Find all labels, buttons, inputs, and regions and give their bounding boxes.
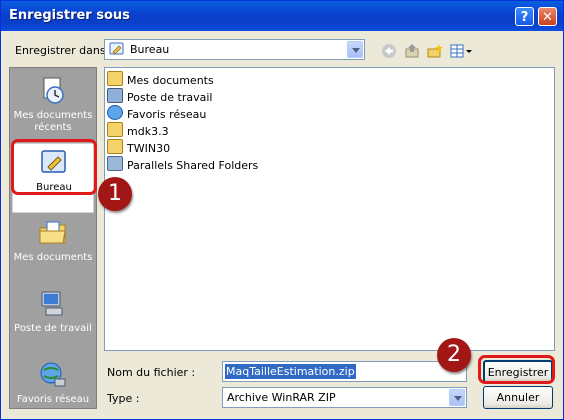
filename-field[interactable]: MaqTailleEstimation.zip <box>222 361 467 382</box>
recent-documents-icon <box>43 77 64 104</box>
list-item[interactable]: Mes documents <box>107 71 214 87</box>
filetype-value: Archive WinRAR ZIP <box>227 391 336 404</box>
chevron-down-icon[interactable] <box>449 389 465 406</box>
chevron-down-icon[interactable] <box>347 41 363 58</box>
title-bar[interactable]: Enregistrer sous ? ✕ <box>1 1 563 31</box>
up-folder-icon[interactable] <box>403 43 421 61</box>
list-item[interactable]: TWIN30 <box>107 139 170 155</box>
highlight-box-desktop <box>11 139 97 195</box>
list-item[interactable]: Poste de travail <box>107 88 212 104</box>
place-label: Favoris réseau <box>16 394 90 405</box>
file-list[interactable]: Mes documents Poste de travail Favoris r… <box>104 67 555 351</box>
places-bar: Mes documents récents Bureau Mes documen… <box>9 67 97 409</box>
filename-value: MaqTailleEstimation.zip <box>225 364 356 379</box>
my-documents-icon <box>107 71 123 86</box>
help-button[interactable]: ? <box>515 7 534 26</box>
step-badge-1: 1 <box>98 177 132 211</box>
filetype-dropdown[interactable]: Archive WinRAR ZIP <box>222 387 467 408</box>
save-in-value: Bureau <box>130 43 170 56</box>
place-my-computer[interactable]: Poste de travail <box>12 285 94 355</box>
desktop-icon <box>109 42 124 55</box>
list-item[interactable]: Favoris réseau <box>107 105 206 121</box>
save-in-dropdown[interactable]: Bureau <box>104 39 365 60</box>
place-label: Mes documents <box>13 252 93 263</box>
view-menu-icon[interactable] <box>449 43 473 61</box>
place-label: Mes documents récents <box>13 110 93 133</box>
shared-folder-icon <box>107 156 123 171</box>
list-item[interactable]: mdk3.3 <box>107 122 169 138</box>
folder-icon <box>107 139 123 154</box>
place-label: Poste de travail <box>14 323 92 334</box>
close-button[interactable]: ✕ <box>538 7 557 26</box>
highlight-box-save <box>478 355 555 384</box>
filename-label: Nom du fichier : <box>107 366 196 379</box>
window-title: Enregistrer sous <box>9 8 130 23</box>
cancel-button[interactable]: Annuler <box>483 386 553 409</box>
my-documents-icon <box>39 221 66 244</box>
network-places-icon <box>107 105 123 120</box>
folder-icon <box>107 122 123 137</box>
step-badge-2: 2 <box>437 338 471 372</box>
back-icon[interactable] <box>380 43 398 61</box>
save-in-label: Enregistrer dans : <box>15 44 113 57</box>
new-folder-icon[interactable] <box>426 43 444 61</box>
my-computer-icon <box>107 88 123 103</box>
place-my-documents[interactable]: Mes documents <box>12 214 94 284</box>
network-places-icon <box>40 362 66 387</box>
list-item[interactable]: Parallels Shared Folders <box>107 156 258 172</box>
my-computer-icon <box>41 291 63 316</box>
place-recent-documents[interactable]: Mes documents récents <box>12 72 94 142</box>
place-network[interactable]: Favoris réseau <box>12 356 94 419</box>
filetype-label: Type : <box>107 392 140 405</box>
